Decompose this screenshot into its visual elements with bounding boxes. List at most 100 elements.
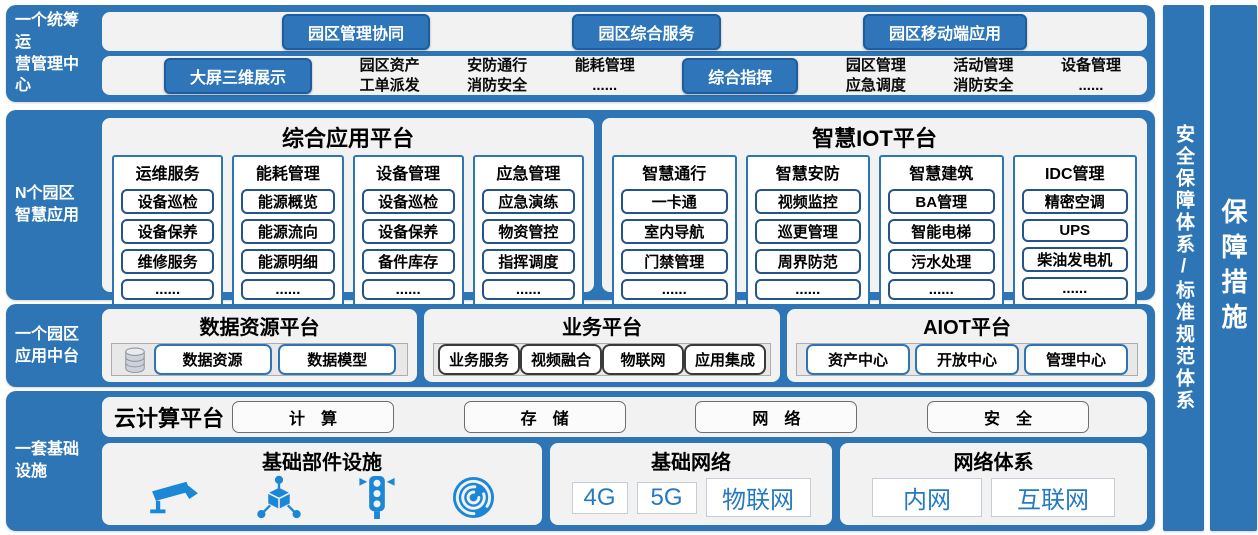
park-asset-workorder-text: 园区资产 工单派发 <box>360 56 420 95</box>
network-system-panel: 网络体系 内网 互联网 <box>840 443 1147 525</box>
feature-pill[interactable]: 污水处理 <box>888 249 995 274</box>
open-center-pill[interactable]: 开放中心 <box>915 344 1019 375</box>
data-resource-pill[interactable]: 数据资源 <box>154 344 272 375</box>
feature-pill[interactable]: 周界防范 <box>755 249 862 274</box>
iot-network-pill[interactable]: 物联网 <box>706 478 811 517</box>
band-middle-platform: 一个园区 应用中台 数据资源平台 <box>6 304 1155 387</box>
business-platform-panel: 业务平台 业务服务 视频融合 物联网 应用集成 <box>424 309 780 382</box>
feature-pill[interactable]: 巡更管理 <box>755 219 862 244</box>
bands-column: 一个统筹运 营管理中心 园区管理协同 园区综合服务 园区移动端应用 大屏三维展示… <box>6 5 1155 531</box>
feature-pill[interactable]: ...... <box>121 279 214 300</box>
data-resource-platform-panel: 数据资源平台 数据资源 数据模型 <box>102 309 417 382</box>
device-icons-row <box>102 475 542 525</box>
feature-pill[interactable]: ...... <box>362 279 455 300</box>
business-platform-inner: 业务服务 视频融合 物联网 应用集成 <box>433 343 771 376</box>
park-comprehensive-service-button[interactable]: 园区综合服务 <box>572 14 720 50</box>
iot-pill[interactable]: 物联网 <box>602 344 684 375</box>
feature-pill[interactable]: 设备巡检 <box>121 189 214 214</box>
band3-content: 数据资源平台 数据资源 数据模型 <box>94 304 1155 387</box>
feature-pill[interactable]: 智能电梯 <box>888 219 995 244</box>
app-integration-pill[interactable]: 应用集成 <box>684 344 766 375</box>
feature-pill[interactable]: 柴油发电机 <box>1022 247 1129 272</box>
mgmt-center-pill[interactable]: 管理中心 <box>1024 344 1128 375</box>
feature-pill[interactable]: 备件库存 <box>362 249 455 274</box>
traffic-light-icon <box>356 475 398 520</box>
feature-pill[interactable]: 应急演练 <box>482 189 575 214</box>
comprehensive-app-platform-panel: 综合应用平台 运维服务 设备巡检 设备保养 维修服务 ...... 能耗管理 能… <box>102 118 594 292</box>
band-operations-center: 一个统筹运 营管理中心 园区管理协同 园区综合服务 园区移动端应用 大屏三维展示… <box>6 5 1155 102</box>
smart-park-architecture-diagram: 一个统筹运 营管理中心 园区管理协同 园区综合服务 园区移动端应用 大屏三维展示… <box>0 0 1258 535</box>
feature-pill[interactable]: 能源概览 <box>241 189 334 214</box>
band1-content: 园区管理协同 园区综合服务 园区移动端应用 大屏三维展示 园区资产 工单派发 安… <box>94 5 1155 102</box>
database-icon <box>123 346 147 374</box>
data-model-pill[interactable]: 数据模型 <box>278 344 396 375</box>
park-mobile-app-button[interactable]: 园区移动端应用 <box>863 14 1027 50</box>
feature-pill[interactable]: 指挥调度 <box>482 249 575 274</box>
band1-label-line2: 营管理中心 <box>15 54 94 97</box>
4g-pill[interactable]: 4G <box>572 482 628 514</box>
infrastructure-bottom-row: 基础部件设施 <box>102 443 1147 525</box>
feature-pill[interactable]: ...... <box>621 279 728 300</box>
smart-security-column: 智慧安防 视频监控 巡更管理 周界防范 ...... <box>746 155 871 309</box>
feature-pill[interactable]: 一卡通 <box>621 189 728 214</box>
device-mgmt-column: 设备管理 设备巡检 设备保养 备件库存 ...... <box>353 155 464 309</box>
video-fusion-pill[interactable]: 视频融合 <box>520 344 602 375</box>
network-node-icon <box>255 475 303 520</box>
internet-pill[interactable]: 互联网 <box>991 478 1115 517</box>
comprehensive-app-columns: 运维服务 设备巡检 设备保养 维修服务 ...... 能耗管理 能源概览 能源流… <box>102 155 594 318</box>
feature-pill[interactable]: 门禁管理 <box>621 249 728 274</box>
band4-label: 一套基础 设施 <box>6 391 94 531</box>
band2-label: N个园区 智慧应用 <box>6 110 94 300</box>
asset-center-pill[interactable]: 资产中心 <box>806 344 910 375</box>
feature-pill[interactable]: 设备巡检 <box>362 189 455 214</box>
security-button[interactable]: 安 全 <box>927 401 1089 433</box>
5g-pill[interactable]: 5G <box>637 482 697 514</box>
band1-label: 一个统筹运 营管理中心 <box>6 5 94 102</box>
feature-pill[interactable]: 室内导航 <box>621 219 728 244</box>
feature-pill[interactable]: 精密空调 <box>1022 189 1129 214</box>
energy-mgmt-column: 能耗管理 能源概览 能源流向 能源明细 ...... <box>232 155 343 309</box>
feature-pill[interactable]: ...... <box>755 279 862 300</box>
top-functions-row: 大屏三维展示 园区资产 工单派发 安防通行 消防安全 能耗管理 ...... 综… <box>102 56 1147 95</box>
device-mgmt-text: 设备管理 ...... <box>1061 56 1121 95</box>
feature-pill[interactable]: ...... <box>888 279 995 300</box>
cloud-platform-title: 云计算平台 <box>114 401 224 433</box>
compute-button[interactable]: 计 算 <box>232 401 394 433</box>
data-resource-inner: 数据资源 数据模型 <box>111 343 408 376</box>
business-service-pill[interactable]: 业务服务 <box>438 344 520 375</box>
feature-pill[interactable]: 设备保养 <box>362 219 455 244</box>
storage-button[interactable]: 存 储 <box>464 401 626 433</box>
basic-network-pills: 4G 5G 物联网 <box>550 475 832 525</box>
aiot-platform-inner: 资产中心 开放中心 管理中心 <box>796 343 1138 376</box>
feature-pill[interactable]: ...... <box>241 279 334 300</box>
band4-content: 云计算平台 计 算 存 储 网 络 安 全 基础部件设施 <box>94 391 1155 531</box>
emergency-mgmt-column: 应急管理 应急演练 物资管控 指挥调度 ...... <box>473 155 584 309</box>
radar-coil-icon <box>451 475 496 520</box>
feature-pill[interactable]: 视频监控 <box>755 189 862 214</box>
feature-pill[interactable]: 物资管控 <box>482 219 575 244</box>
smart-building-column: 智慧建筑 BA管理 智能电梯 污水处理 ...... <box>879 155 1004 309</box>
feature-pill[interactable]: 能源明细 <box>241 249 334 274</box>
safeguard-measures-bar: 保障措施 <box>1210 5 1257 531</box>
cloud-platform-row: 云计算平台 计 算 存 储 网 络 安 全 <box>102 397 1147 437</box>
intranet-pill[interactable]: 内网 <box>872 478 982 517</box>
integrated-command-button[interactable]: 综合指挥 <box>682 58 798 94</box>
feature-pill[interactable]: ...... <box>1022 277 1129 300</box>
big-screen-3d-button[interactable]: 大屏三维展示 <box>164 58 312 94</box>
feature-pill[interactable]: UPS <box>1022 219 1129 242</box>
park-management-collab-button[interactable]: 园区管理协同 <box>282 14 430 50</box>
energy-management-text: 能耗管理 ...... <box>575 56 635 95</box>
feature-pill[interactable]: 维修服务 <box>121 249 214 274</box>
band-smart-applications: N个园区 智慧应用 综合应用平台 运维服务 设备巡检 设备保养 维修服务 ...… <box>6 110 1155 300</box>
feature-pill[interactable]: ...... <box>482 279 575 300</box>
cloud-buttons: 计 算 存 储 网 络 安 全 <box>224 401 1135 433</box>
band2-content: 综合应用平台 运维服务 设备巡检 设备保养 维修服务 ...... 能耗管理 能… <box>94 110 1155 300</box>
idc-mgmt-column: IDC管理 精密空调 UPS 柴油发电机 ...... <box>1013 155 1138 309</box>
park-mgmt-dispatch-text: 园区管理 应急调度 <box>846 56 906 95</box>
aiot-platform-panel: AIOT平台 资产中心 开放中心 管理中心 <box>787 309 1147 382</box>
feature-pill[interactable]: 设备保养 <box>121 219 214 244</box>
feature-pill[interactable]: BA管理 <box>888 189 995 214</box>
feature-pill[interactable]: 能源流向 <box>241 219 334 244</box>
comprehensive-app-platform-title: 综合应用平台 <box>102 118 594 155</box>
network-button[interactable]: 网 络 <box>695 401 857 433</box>
